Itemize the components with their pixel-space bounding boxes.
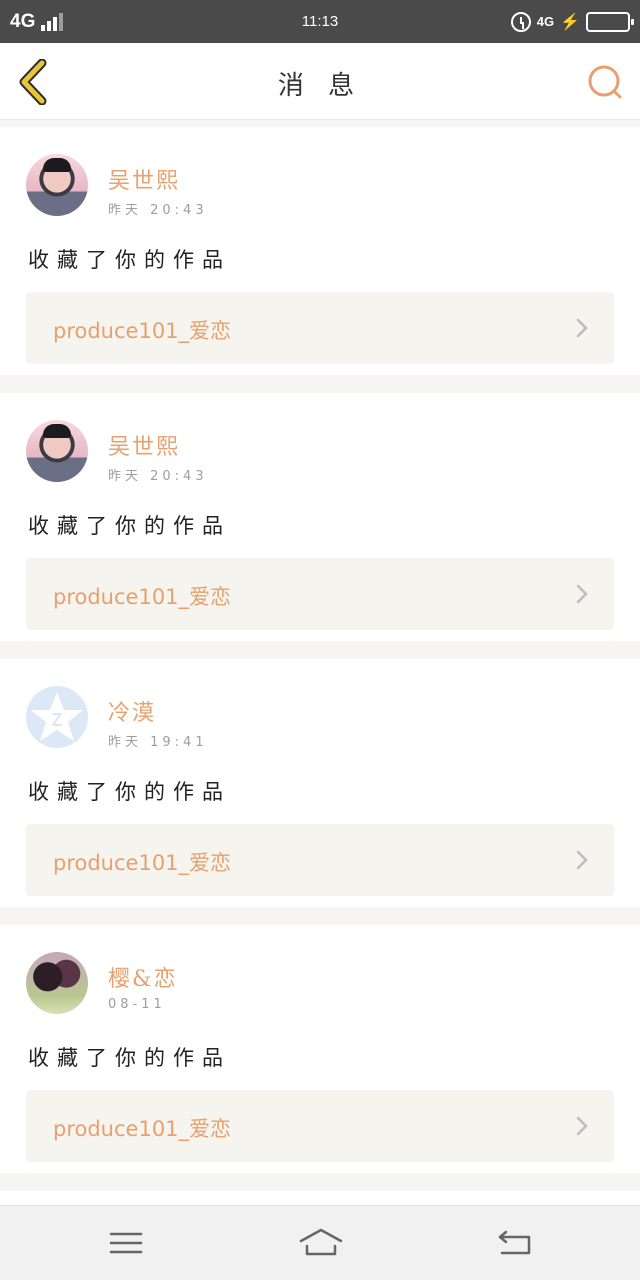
home-button[interactable] <box>298 1226 344 1260</box>
page-title: 消 息 <box>277 71 363 101</box>
user-name[interactable]: 吴世熙 <box>108 163 180 195</box>
avatar[interactable] <box>26 952 88 1014</box>
menu-button[interactable] <box>106 1226 146 1260</box>
message-action: 收藏了你的作品 <box>28 514 231 538</box>
home-icon <box>299 1228 343 1256</box>
work-link[interactable]: produce101_爱恋 <box>26 292 614 364</box>
network-label: 4G <box>10 10 36 32</box>
bottom-nav <box>0 1205 640 1280</box>
work-title: produce101_爱恋 <box>53 319 232 343</box>
user-name[interactable]: 吴世熙 <box>108 429 180 461</box>
search-button[interactable] <box>586 63 624 101</box>
message-card: 吴世熙 昨天 20:43 收藏了你的作品 produce101_爱恋 <box>0 127 640 375</box>
status-bar: 4G 11:13 4G ⚡ <box>0 0 640 43</box>
chevron-right-icon <box>576 1116 588 1136</box>
message-action: 收藏了你的作品 <box>28 780 231 804</box>
chevron-right-icon <box>576 850 588 870</box>
return-icon <box>498 1230 531 1255</box>
avatar[interactable]: Z <box>26 686 88 748</box>
message-action: 收藏了你的作品 <box>28 1046 231 1070</box>
work-title: produce101_爱恋 <box>53 1117 232 1141</box>
right-network-label: 4G <box>536 14 555 29</box>
app-header: 消 息 <box>0 43 640 120</box>
battery-icon <box>586 11 634 32</box>
search-icon <box>588 65 622 99</box>
message-time: 昨天 20:43 <box>108 469 208 484</box>
work-link[interactable]: produce101_爱恋 <box>26 1090 614 1162</box>
message-action: 收藏了你的作品 <box>28 248 231 272</box>
user-name[interactable]: 冷漠 <box>108 695 156 727</box>
svg-text:Z: Z <box>52 710 63 730</box>
user-name[interactable]: 樱&恋 <box>108 961 178 993</box>
chevron-right-icon <box>576 584 588 604</box>
status-left: 4G <box>10 10 64 33</box>
menu-icon <box>109 1232 143 1254</box>
qq-star-icon: Z <box>31 692 83 741</box>
avatar[interactable] <box>26 420 88 482</box>
status-right: 4G ⚡ <box>510 11 634 32</box>
message-card: 樱&恋 08-11 收藏了你的作品 produce101_爱恋 <box>0 925 640 1173</box>
signal-icon <box>41 12 64 31</box>
work-link[interactable]: produce101_爱恋 <box>26 558 614 630</box>
message-card: 吴世熙 昨天 20:43 收藏了你的作品 produce101_爱恋 <box>0 393 640 641</box>
chevron-right-icon <box>576 318 588 338</box>
charging-icon: ⚡ <box>560 13 580 31</box>
return-button[interactable] <box>496 1226 536 1260</box>
message-time: 昨天 20:43 <box>108 203 208 218</box>
avatar[interactable] <box>26 154 88 216</box>
message-time: 昨天 19:41 <box>108 735 208 750</box>
alarm-icon <box>510 11 531 32</box>
message-time: 08-11 <box>108 997 166 1012</box>
work-title: produce101_爱恋 <box>53 585 232 609</box>
work-link[interactable]: produce101_爱恋 <box>26 824 614 896</box>
message-card: Z 冷漠 昨天 19:41 收藏了你的作品 produce101_爱恋 <box>0 659 640 907</box>
work-title: produce101_爱恋 <box>53 851 232 875</box>
